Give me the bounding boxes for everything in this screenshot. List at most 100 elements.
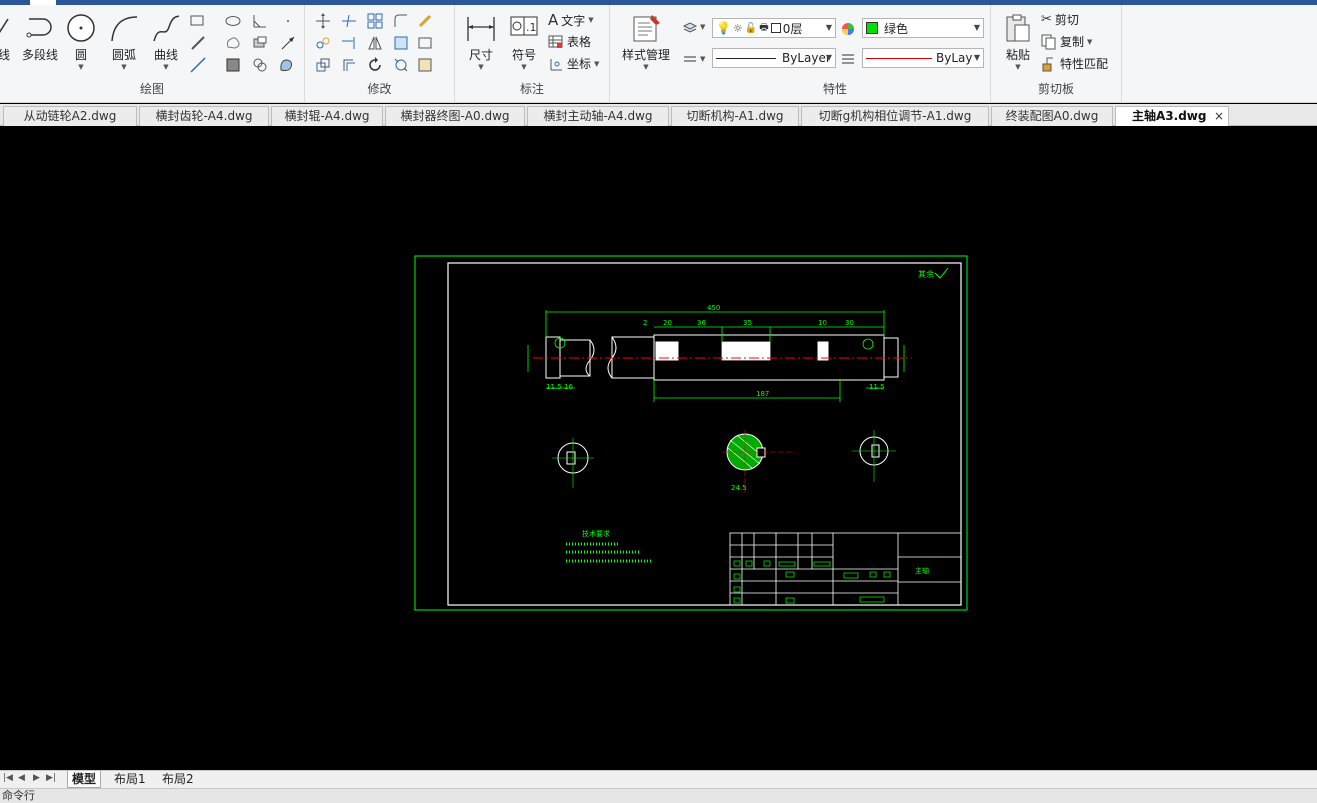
stretch-icon[interactable] xyxy=(393,35,409,51)
revision-cloud-icon[interactable] xyxy=(225,35,241,51)
layer-manager-arrow[interactable]: ▼ xyxy=(700,23,705,31)
symbol-label: 符号 xyxy=(511,48,536,62)
style-panel: 样式管理 ▼ xyxy=(610,5,680,103)
prev-layout-icon[interactable]: ◀ xyxy=(18,773,25,783)
ellipse-icon[interactable] xyxy=(225,13,241,29)
close-icon[interactable]: × xyxy=(1214,107,1224,126)
explode-icon[interactable] xyxy=(393,57,409,73)
rectangle-select-icon[interactable] xyxy=(417,35,433,51)
document-tabs: 从动链轮A2.dwg 横封齿轮-A4.dwg 横封辊-A4.dwg 横封器终图-… xyxy=(0,104,1317,126)
point-icon[interactable] xyxy=(280,13,296,29)
angle-icon[interactable] xyxy=(252,13,268,29)
modify-panel: 修改 xyxy=(305,5,455,103)
lock-icon: 🔓 xyxy=(744,22,758,34)
layer-manager-icon[interactable] xyxy=(682,19,698,35)
match-properties-button[interactable]: 特性匹配 xyxy=(1041,55,1108,72)
doc-tab[interactable]: 切断g机构相位调节-A1.dwg xyxy=(801,106,989,126)
pen-line-icon[interactable] xyxy=(190,35,206,51)
doc-tab[interactable]: 横封辊-A4.dwg xyxy=(271,106,383,126)
layout-tab-layout2[interactable]: 布局2 xyxy=(158,771,198,788)
edit-polyline-icon[interactable] xyxy=(417,57,433,73)
rectangle-icon[interactable] xyxy=(190,13,206,29)
text-button[interactable]: A 文字 ▼ xyxy=(548,11,594,29)
svg-text:.1: .1 xyxy=(526,21,537,34)
ray-icon[interactable] xyxy=(280,35,296,51)
layout-tab-layout1[interactable]: 布局1 xyxy=(110,771,150,788)
doc-tab[interactable]: 从动链轮A2.dwg xyxy=(3,106,137,126)
move-icon[interactable] xyxy=(315,13,331,29)
color-swatch xyxy=(866,22,878,34)
chevron-down-icon: ▼ xyxy=(973,23,980,32)
fillet-icon[interactable] xyxy=(393,13,409,29)
line-button[interactable]: 线 xyxy=(0,13,14,63)
layer-dropdown[interactable]: 💡 ☼ 🔓 🖶 0层 ▼ xyxy=(712,18,836,38)
polyline-icon xyxy=(26,18,52,38)
doc-tab[interactable]: 横封主动轴-A4.dwg xyxy=(527,106,669,126)
linetype-icon[interactable] xyxy=(682,51,698,67)
circle-button[interactable]: 圆 ▼ xyxy=(64,13,98,71)
linetype-name: ByLayer xyxy=(782,51,831,65)
symbol-button[interactable]: .1 符号 ▼ xyxy=(507,13,541,71)
wipeout-icon[interactable] xyxy=(252,35,268,51)
dimension-button[interactable]: 尺寸 ▼ xyxy=(463,13,499,71)
doc-tab[interactable]: 横封器终图-A0.dwg xyxy=(385,106,525,126)
paper-frame xyxy=(414,255,968,611)
rotate-icon[interactable] xyxy=(367,57,383,73)
linetype-preview xyxy=(716,57,776,59)
color-dropdown[interactable]: 绿色 ▼ xyxy=(862,18,984,38)
color-name: 绿色 xyxy=(884,21,909,36)
modify-panel-label: 修改 xyxy=(367,82,392,96)
coordinate-button[interactable]: 坐标 ▼ xyxy=(548,55,599,72)
next-layout-icon[interactable]: ▶ xyxy=(33,773,40,783)
array-icon[interactable] xyxy=(367,13,383,29)
offset-icon[interactable] xyxy=(341,57,357,73)
last-layout-icon[interactable]: ▶| xyxy=(46,773,56,783)
dimension-label: 尺寸 xyxy=(468,48,493,62)
dim-label: 30 xyxy=(845,319,854,327)
curve-label: 曲线 xyxy=(153,48,178,62)
doc-tab-label: 切断机构-A1.dwg xyxy=(686,109,784,123)
clipboard-panel: 粘贴 ▼ ✂ 剪切 复制 ▼ 特性匹配 剪切板 xyxy=(991,5,1122,103)
copy-object-icon[interactable] xyxy=(315,35,331,51)
color-wheel-icon[interactable] xyxy=(840,21,856,37)
arc-button[interactable]: 圆弧 ▼ xyxy=(106,13,142,71)
layout-tab-label: 布局1 xyxy=(114,772,146,786)
layout-tab-model[interactable]: 模型 xyxy=(67,771,102,788)
command-line[interactable]: 命令行 xyxy=(0,788,1317,803)
lineweight-icon[interactable] xyxy=(840,51,856,67)
hatch-icon[interactable] xyxy=(225,57,241,73)
doc-tab-active[interactable]: 主轴A3.dwg × xyxy=(1115,106,1229,126)
doc-tab[interactable]: 切断机构-A1.dwg xyxy=(671,106,799,126)
linetype-arrow[interactable]: ▼ xyxy=(700,55,705,63)
pencil-icon[interactable] xyxy=(417,13,433,29)
cut-button[interactable]: ✂ 剪切 xyxy=(1041,11,1079,28)
clipboard-panel-label: 剪切板 xyxy=(1037,82,1074,96)
doc-tab[interactable]: 横封齿轮-A4.dwg xyxy=(139,106,269,126)
layout-tab-label: 布局2 xyxy=(162,772,194,786)
extend-icon[interactable] xyxy=(341,35,357,51)
cut-label: 剪切 xyxy=(1054,13,1079,27)
curve-button[interactable]: 曲线 ▼ xyxy=(148,13,184,71)
region-icon[interactable] xyxy=(252,57,268,73)
arc-icon xyxy=(111,16,138,42)
construction-line-icon[interactable] xyxy=(190,57,206,73)
first-layout-icon[interactable]: |◀ xyxy=(3,773,13,783)
circle-icon xyxy=(67,14,95,42)
polyline-button[interactable]: 多段线 xyxy=(18,13,62,63)
paste-button[interactable]: 粘贴 ▼ xyxy=(1001,13,1035,71)
spline-icon xyxy=(153,15,180,42)
doc-tab-label: 终装配图A0.dwg xyxy=(1005,109,1099,123)
copy-button[interactable]: 复制 ▼ xyxy=(1041,33,1092,50)
mirror-icon[interactable] xyxy=(367,35,383,51)
lineweight-dropdown[interactable]: ByLay ▼ xyxy=(862,48,984,68)
section-view-center: 24.5 xyxy=(722,430,795,492)
linetype-dropdown[interactable]: ByLayer ▼ xyxy=(712,48,836,68)
scale-icon[interactable] xyxy=(315,57,331,73)
trim-icon[interactable] xyxy=(341,13,357,29)
style-manager-button[interactable]: 样式管理 ▼ xyxy=(616,13,676,71)
doc-tab[interactable]: 终装配图A0.dwg xyxy=(991,106,1113,126)
table-button[interactable]: 表格 xyxy=(548,33,591,50)
layer-color-swatch xyxy=(770,23,781,33)
boundary-icon[interactable] xyxy=(278,57,294,73)
drawing-canvas[interactable]: 其余 450 2 20 36 35 10 30 187 11.5 16 11.5… xyxy=(0,126,1317,771)
